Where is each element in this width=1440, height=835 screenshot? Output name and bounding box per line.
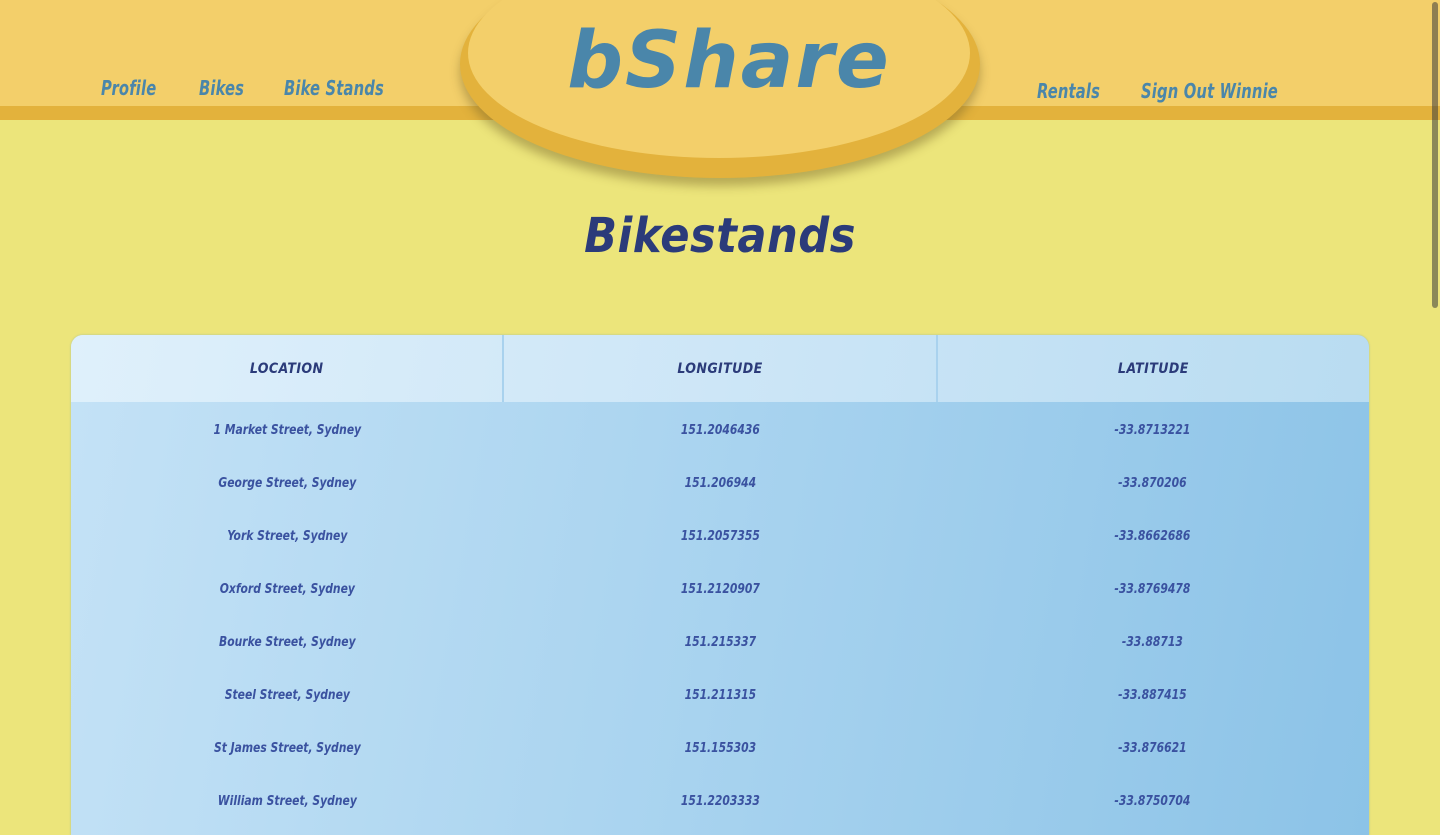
nav-sign-out-link[interactable]: Sign Out Winnie: [1141, 79, 1278, 103]
table-row: York Street, Sydney 151.2057355 -33.8662…: [71, 510, 1369, 563]
nav-bikes-link[interactable]: Bikes: [199, 76, 244, 100]
nav-rentals-link[interactable]: Rentals: [1037, 79, 1100, 103]
cell-latitude: -33.8769478: [1114, 582, 1191, 597]
column-header-longitude: LONGITUDE: [504, 335, 938, 402]
cell-latitude: -33.870206: [1118, 476, 1187, 491]
site-header: Profile Bikes Bike Stands bShare Rentals…: [0, 0, 1440, 178]
table-row: Bourke Street, Sydney 151.215337 -33.887…: [71, 616, 1369, 669]
nav-profile-link[interactable]: Profile: [101, 76, 156, 100]
cell-longitude: 151.2046436: [680, 423, 760, 438]
cell-longitude: 151.155303: [684, 741, 756, 756]
cell-latitude: -33.876621: [1118, 741, 1187, 756]
cell-location: Bourke Street, Sydney: [219, 635, 356, 650]
cell-location: 1 Market Street, Sydney: [213, 423, 362, 438]
cell-location: George Street, Sydney: [218, 476, 357, 491]
cell-location: Steel Street, Sydney: [224, 688, 350, 703]
table-row: George Street, Sydney 151.206944 -33.870…: [71, 457, 1369, 510]
table-body: 1 Market Street, Sydney 151.2046436 -33.…: [71, 402, 1369, 828]
nav-bike-stands-link[interactable]: Bike Stands: [284, 76, 384, 100]
cell-longitude: 151.2120907: [680, 582, 760, 597]
cell-longitude: 151.211315: [684, 688, 756, 703]
bikestands-table: LOCATION LONGITUDE LATITUDE 1 Market Str…: [71, 335, 1369, 835]
page-scrollbar-thumb[interactable]: [1432, 2, 1438, 308]
cell-location: Oxford Street, Sydney: [219, 582, 355, 597]
table-row: Oxford Street, Sydney 151.2120907 -33.87…: [71, 563, 1369, 616]
cell-latitude: -33.887415: [1118, 688, 1187, 703]
column-header-latitude: LATITUDE: [1117, 360, 1189, 377]
cell-latitude: -33.8662686: [1114, 529, 1191, 544]
column-header-location: LOCATION: [71, 335, 505, 402]
page-title: Bikestands: [584, 208, 856, 264]
site-logo[interactable]: bShare: [470, 16, 988, 106]
cell-location: St James Street, Sydney: [213, 741, 361, 756]
cell-latitude: -33.88713: [1122, 635, 1184, 650]
cell-longitude: 151.206944: [684, 476, 756, 491]
table-row: 1 Market Street, Sydney 151.2046436 -33.…: [71, 404, 1369, 457]
cell-location: York Street, Sydney: [227, 529, 348, 544]
cell-longitude: 151.2203333: [680, 794, 760, 809]
table-row: William Street, Sydney 151.2203333 -33.8…: [71, 775, 1369, 828]
cell-longitude: 151.2057355: [680, 529, 760, 544]
table-header-row: LOCATION LONGITUDE LATITUDE: [71, 335, 1369, 402]
table-row: Steel Street, Sydney 151.211315 -33.8874…: [71, 669, 1369, 722]
cell-location: William Street, Sydney: [217, 794, 357, 809]
table-row: St James Street, Sydney 151.155303 -33.8…: [71, 722, 1369, 775]
cell-latitude: -33.8713221: [1114, 423, 1191, 438]
cell-longitude: 151.215337: [684, 635, 756, 650]
cell-latitude: -33.8750704: [1114, 794, 1191, 809]
